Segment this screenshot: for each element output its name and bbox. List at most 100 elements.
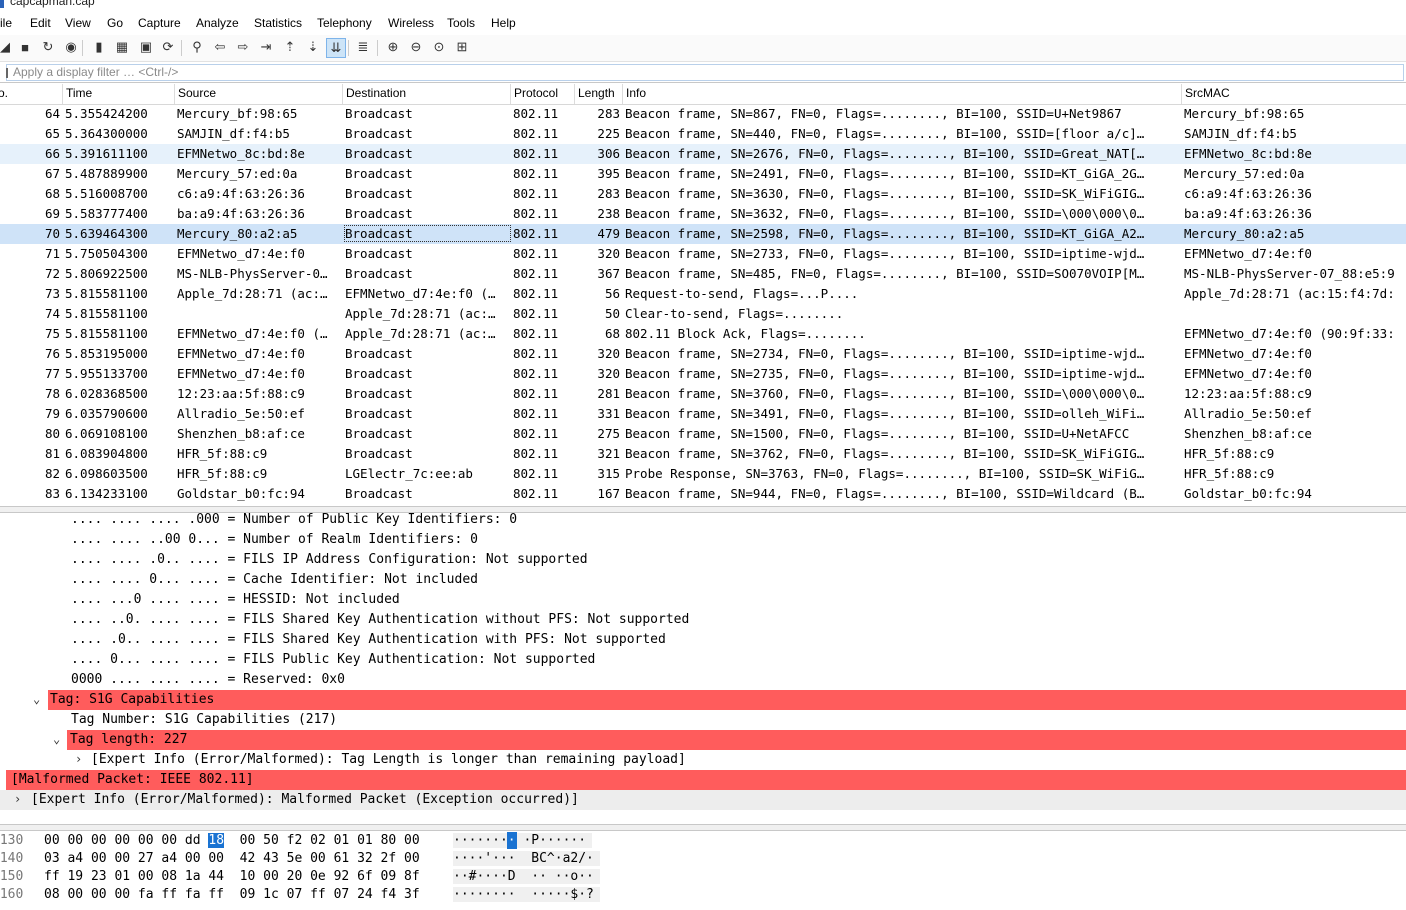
packet-row[interactable]: 76 5.853195000 EFMNetwo_d7:4e:f0 Broadcast 8…: [0, 344, 1406, 364]
column-separator[interactable]: [62, 84, 63, 104]
options-icon[interactable]: ◉: [62, 38, 80, 56]
expand-arrow-icon[interactable]: ⌄: [33, 692, 40, 706]
column-separator[interactable]: [1181, 84, 1182, 104]
detail-line[interactable]: .... .0.. .... .... = FILS Shared Key Au…: [0, 630, 1406, 650]
packet-row[interactable]: 64 5.355424200 Mercury_bf:98:65 Broadcast 80…: [0, 104, 1406, 124]
bookmark-icon[interactable]: [6, 68, 8, 78]
column-header-protocol[interactable]: Protocol: [514, 86, 558, 104]
packet-row[interactable]: 65 5.364300000 SAMJIN_df:f4:b5 Broadcast 802…: [0, 124, 1406, 144]
hex-row[interactable]: 0130 00 00 00 00 00 00 dd 18 00 50 f2 02 …: [0, 832, 1406, 850]
expand-arrow-icon[interactable]: ⌄: [53, 732, 60, 746]
detail-line[interactable]: [Malformed Packet: IEEE 802.11]: [0, 770, 1406, 790]
packet-row[interactable]: 71 5.750504300 EFMNetwo_d7:4e:f0 Broadcast 8…: [0, 244, 1406, 264]
column-header-srcmac[interactable]: SrcMAC: [1185, 86, 1230, 104]
forward-icon[interactable]: ⇨: [234, 38, 252, 56]
packet-row[interactable]: 78 6.028368500 12:23:aa:5f:88:c9 Broadcast 8…: [0, 384, 1406, 404]
detail-line[interactable]: › [Expert Info (Error/Malformed): Malform…: [0, 790, 1406, 810]
detail-line[interactable]: 0000 .... .... .... = Reserved: 0x0: [0, 670, 1406, 690]
column-header-time[interactable]: Time: [66, 86, 92, 104]
detail-line[interactable]: .... .... ..00 0... = Number of Realm Id…: [0, 530, 1406, 550]
detail-line[interactable]: .... 0... .... .... = FILS Public Key Au…: [0, 650, 1406, 670]
menu-ile[interactable]: ile: [0, 16, 12, 30]
normal-size-icon[interactable]: ⊙: [430, 38, 448, 56]
find-icon[interactable]: ⚲: [188, 38, 206, 56]
save-icon[interactable]: ▦: [113, 38, 131, 56]
open-file-icon[interactable]: ▮: [90, 38, 108, 56]
packet-row[interactable]: 81 6.083904800 HFR_5f:88:c9 Broadcast 802.11…: [0, 444, 1406, 464]
resize-columns-icon[interactable]: ⊞: [453, 38, 471, 56]
menu-statistics[interactable]: Statistics: [254, 16, 302, 30]
menu-go[interactable]: Go: [107, 16, 123, 30]
stop-icon[interactable]: ■: [16, 38, 34, 56]
collapse-arrow-icon[interactable]: ›: [14, 792, 21, 806]
detail-line[interactable]: › [Expert Info (Error/Malformed): Tag Len…: [0, 750, 1406, 770]
column-header-destination[interactable]: Destination: [346, 86, 406, 104]
menu-capture[interactable]: Capture: [138, 16, 181, 30]
zoom-out-icon[interactable]: ⊖: [407, 38, 425, 56]
hex-row[interactable]: 0140 03 a4 00 00 27 a4 00 00 42 43 5e 00 …: [0, 850, 1406, 868]
packet-row[interactable]: 75 5.815581100 EFMNetwo_d7:4e:f0 (… Apple_7…: [0, 324, 1406, 344]
packet-time-cell: 6.083904800: [65, 446, 148, 461]
packet-info-cell: Beacon frame, SN=2735, FN=0, Flags=.....…: [625, 366, 1145, 381]
autoscroll-icon[interactable]: ⇊: [326, 38, 346, 58]
packet-row[interactable]: 77 5.955133700 EFMNetwo_d7:4e:f0 Broadcast 8…: [0, 364, 1406, 384]
detail-line[interactable]: .... .... 0... .... = Cache Identifier: …: [0, 570, 1406, 590]
ascii-selected-char[interactable]: ·: [506, 832, 517, 849]
packet-row[interactable]: 70 5.639464300 Mercury_80:a2:a5 Broadcast 80…: [0, 224, 1406, 244]
column-header-length[interactable]: Length: [578, 86, 615, 104]
detail-line[interactable]: .... .... .0.. .... = FILS IP Address Co…: [0, 550, 1406, 570]
column-separator[interactable]: [342, 84, 343, 104]
detail-line[interactable]: .... .... .... .000 = Number of Public K…: [0, 510, 1406, 530]
menu-help[interactable]: Help: [491, 16, 516, 30]
packet-row[interactable]: 73 5.815581100 Apple_7d:28:71 (ac:… EFMNetw…: [0, 284, 1406, 304]
first-packet-icon[interactable]: ⇡: [281, 38, 299, 56]
restart-icon[interactable]: ↻: [39, 38, 57, 56]
back-icon[interactable]: ⇦: [211, 38, 229, 56]
menu-telephony[interactable]: Telephony: [317, 16, 372, 30]
shark-fin-icon[interactable]: ◢: [0, 38, 14, 56]
packet-row[interactable]: 74 5.815581100 Apple_7d:28:71 (ac:… 802.11 5…: [0, 304, 1406, 324]
display-filter-input[interactable]: Apply a display filter … <Ctrl-/>: [6, 64, 1404, 81]
column-header-o[interactable]: o.: [0, 86, 8, 104]
detail-line[interactable]: ⌄ Tag: S1G Capabilities: [0, 690, 1406, 710]
hex-row[interactable]: 0160 08 00 00 00 fa ff fa ff 09 1c 07 ff …: [0, 886, 1406, 904]
column-header-info[interactable]: Info: [626, 86, 646, 104]
close-file-icon[interactable]: ▣: [137, 38, 155, 56]
packet-row[interactable]: 83 6.134233100 Goldstar_b0:fc:94 Broadcast 8…: [0, 484, 1406, 504]
detail-line[interactable]: .... ..0. .... .... = FILS Shared Key Au…: [0, 610, 1406, 630]
column-separator[interactable]: [174, 84, 175, 104]
menu-view[interactable]: View: [65, 16, 91, 30]
menu-edit[interactable]: Edit: [30, 16, 51, 30]
packet-row[interactable]: 68 5.516008700 c6:a9:4f:63:26:36 Broadcast 8…: [0, 184, 1406, 204]
packet-dst-cell: LGElectr_7c:ee:ab: [345, 466, 473, 481]
packet-row[interactable]: 80 6.069108100 Shenzhen_b8:af:ce Broadcast 8…: [0, 424, 1406, 444]
menu-tools[interactable]: Tools: [447, 16, 475, 30]
goto-packet-icon[interactable]: ⇥: [257, 38, 275, 56]
packet-row[interactable]: 72 5.806922500 MS-NLB-PhysServer-0… Broadca…: [0, 264, 1406, 284]
detail-line[interactable]: .... ...0 .... .... = HESSID: Not includ…: [0, 590, 1406, 610]
zoom-in-icon[interactable]: ⊕: [384, 38, 402, 56]
menu-wireless[interactable]: Wireless: [388, 16, 434, 30]
detail-line[interactable]: Tag Number: S1G Capabilities (217): [0, 710, 1406, 730]
column-separator[interactable]: [510, 84, 511, 104]
column-separator[interactable]: [622, 84, 623, 104]
packet-time-cell: 5.806922500: [65, 266, 148, 281]
packet-row[interactable]: 79 6.035790600 Allradio_5e:50:ef Broadcast 8…: [0, 404, 1406, 424]
packet-row[interactable]: 69 5.583777400 ba:a9:4f:63:26:36 Broadcast 8…: [0, 204, 1406, 224]
packet-bytes[interactable]: 0130 00 00 00 00 00 00 dd 18 00 50 f2 02 …: [0, 830, 1406, 910]
reload-icon[interactable]: ⟳: [159, 38, 177, 56]
column-header-source[interactable]: Source: [178, 86, 216, 104]
hex-row[interactable]: 0150 ff 19 23 01 00 08 1a 44 10 00 20 0e …: [0, 868, 1406, 886]
hex-selected-byte[interactable]: 18: [208, 833, 225, 848]
packet-list[interactable]: o. Time Source Destination Protocol Length Inf…: [0, 84, 1406, 506]
colorize-icon[interactable]: ≣: [354, 38, 372, 56]
last-packet-icon[interactable]: ⇣: [304, 38, 322, 56]
detail-line[interactable]: ⌄ Tag length: 227: [0, 730, 1406, 750]
packet-details[interactable]: .... .... .... .000 = Number of Public K…: [0, 510, 1406, 822]
column-separator[interactable]: [574, 84, 575, 104]
packet-row[interactable]: 67 5.487889900 Mercury_57:ed:0a Broadcast 80…: [0, 164, 1406, 184]
collapse-arrow-icon[interactable]: ›: [75, 752, 82, 766]
menu-analyze[interactable]: Analyze: [196, 16, 239, 30]
packet-row[interactable]: 82 6.098603500 HFR_5f:88:c9 LGElectr_7c:ee:…: [0, 464, 1406, 484]
packet-row[interactable]: 66 5.391611100 EFMNetwo_8c:bd:8e Broadcast 8…: [0, 144, 1406, 164]
